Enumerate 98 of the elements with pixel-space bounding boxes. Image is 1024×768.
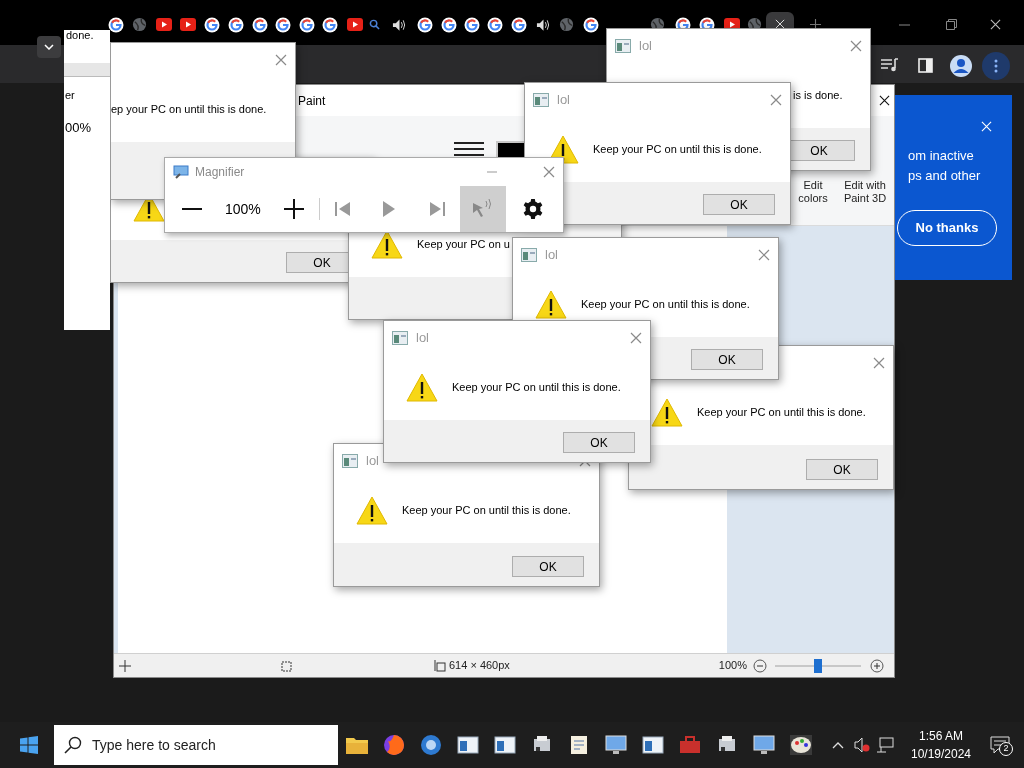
chevron-up-icon[interactable] (832, 741, 844, 749)
play-icon[interactable] (180, 18, 196, 31)
window-app-icon[interactable] (494, 735, 516, 755)
ring-icon[interactable] (511, 17, 527, 33)
ribbon-button[interactable]: Edit with Paint 3D (842, 179, 888, 205)
window-icon (392, 331, 408, 345)
window-app-icon[interactable] (457, 735, 479, 755)
display-icon[interactable] (753, 735, 775, 755)
dialog-message: Keep your PC on until this is done. (402, 503, 571, 519)
window-title: lol (545, 246, 558, 265)
magnifier-icon (173, 165, 189, 179)
ok-button[interactable]: OK (691, 349, 763, 370)
document-icon[interactable] (568, 735, 590, 755)
start-icon[interactable] (20, 736, 38, 754)
zoom-level: 100% (225, 199, 262, 219)
notifications-icon[interactable] (990, 736, 1010, 754)
window-title: lol (557, 91, 570, 110)
plus-icon[interactable] (283, 198, 305, 220)
canvas-size-icon (434, 659, 446, 672)
window-title: lol (416, 329, 429, 348)
speaker-icon[interactable] (536, 18, 551, 32)
side-panel-icon[interactable] (918, 58, 933, 73)
dialog-message: Keep your PC on until this is done. (593, 142, 762, 158)
dialog-message: ep your PC on until this is done. (111, 102, 267, 118)
close-icon[interactable] (990, 19, 1001, 30)
network-icon[interactable] (876, 737, 894, 753)
ring-icon[interactable] (252, 17, 268, 33)
browser-icon[interactable] (420, 734, 442, 756)
restore-icon[interactable] (946, 19, 957, 30)
line-weight-icon[interactable] (454, 141, 484, 157)
window-icon (521, 248, 537, 262)
speaker-icon[interactable] (392, 18, 407, 32)
settings-icon[interactable] (522, 198, 544, 220)
zoom-slider[interactable] (775, 658, 861, 673)
move-icon (119, 659, 131, 672)
profile-icon[interactable] (950, 55, 972, 77)
ok-button[interactable]: OK (806, 459, 878, 480)
play-icon[interactable] (156, 18, 172, 31)
media-queue-icon[interactable] (881, 58, 899, 73)
ring-icon[interactable] (417, 17, 433, 33)
window-icon (533, 93, 549, 107)
ok-button[interactable]: OK (512, 556, 584, 577)
chevron-icon (44, 44, 54, 50)
zoom-in-icon[interactable] (870, 658, 884, 673)
clock-time[interactable]: 1:56 AM (919, 727, 963, 745)
ring-icon[interactable] (299, 17, 315, 33)
ring-icon[interactable] (441, 17, 457, 33)
folder-icon[interactable] (346, 736, 368, 754)
fox-icon[interactable] (383, 734, 405, 756)
promo-text: ps and other (908, 167, 982, 185)
canvas-size: 614 × 460px (449, 658, 510, 674)
more-icon (994, 59, 998, 73)
ring-icon[interactable] (487, 17, 503, 33)
ring-icon[interactable] (583, 17, 599, 33)
ring-icon[interactable] (204, 17, 220, 33)
monitor-icon[interactable] (605, 735, 627, 755)
play-icon[interactable] (347, 18, 363, 31)
zoom-level: 100% (718, 658, 747, 674)
search-icon (64, 736, 82, 754)
ring-icon[interactable] (464, 17, 480, 33)
window-app-icon[interactable] (642, 735, 664, 755)
ok-button[interactable]: OK (703, 194, 775, 215)
window-title: Paint (298, 92, 326, 110)
tab-search-button[interactable] (37, 36, 61, 58)
previous-icon[interactable] (334, 200, 352, 218)
dialog-message: is is done. (793, 88, 843, 104)
window-icon (342, 454, 358, 468)
speaker-muted-icon[interactable] (854, 737, 870, 753)
ok-button[interactable]: OK (563, 432, 635, 453)
close-icon[interactable] (879, 95, 890, 106)
clock-date[interactable]: 10/19/2024 (910, 745, 972, 763)
palette-icon[interactable] (790, 735, 812, 755)
fragment-text: er (65, 88, 75, 103)
ribbon-button[interactable]: Edit colors (790, 179, 836, 205)
fragment-text: done. (66, 30, 94, 41)
ring-icon[interactable] (228, 17, 244, 33)
window-title: Magnifier (195, 164, 245, 181)
selection-icon (280, 659, 292, 672)
next-icon[interactable] (428, 200, 446, 218)
dialog-message: Keep your PC on until this is done. (452, 380, 621, 396)
zoom-out-icon[interactable] (753, 658, 767, 673)
search-field[interactable]: Type here to search (54, 725, 338, 765)
fragment-text: 00% (65, 118, 92, 137)
dialog-message: Keep your PC on until this is done. (581, 297, 750, 313)
dialog-message: Keep your PC on until this is done. (697, 405, 866, 421)
ring-icon[interactable] (108, 17, 124, 33)
search-icon[interactable] (369, 19, 380, 30)
ring-icon[interactable] (322, 17, 338, 33)
notification-count: 2 (999, 742, 1013, 756)
toolbox-icon[interactable] (679, 735, 701, 755)
promo-text: om inactive (908, 147, 975, 165)
ring-icon[interactable] (275, 17, 291, 33)
dialog-message: Keep your PC on u (417, 237, 510, 253)
slider-thumb[interactable] (814, 658, 822, 673)
window-title: lol (639, 37, 652, 56)
title-bar (64, 63, 110, 77)
window-title: lol (366, 452, 379, 471)
window-icon (615, 39, 631, 53)
